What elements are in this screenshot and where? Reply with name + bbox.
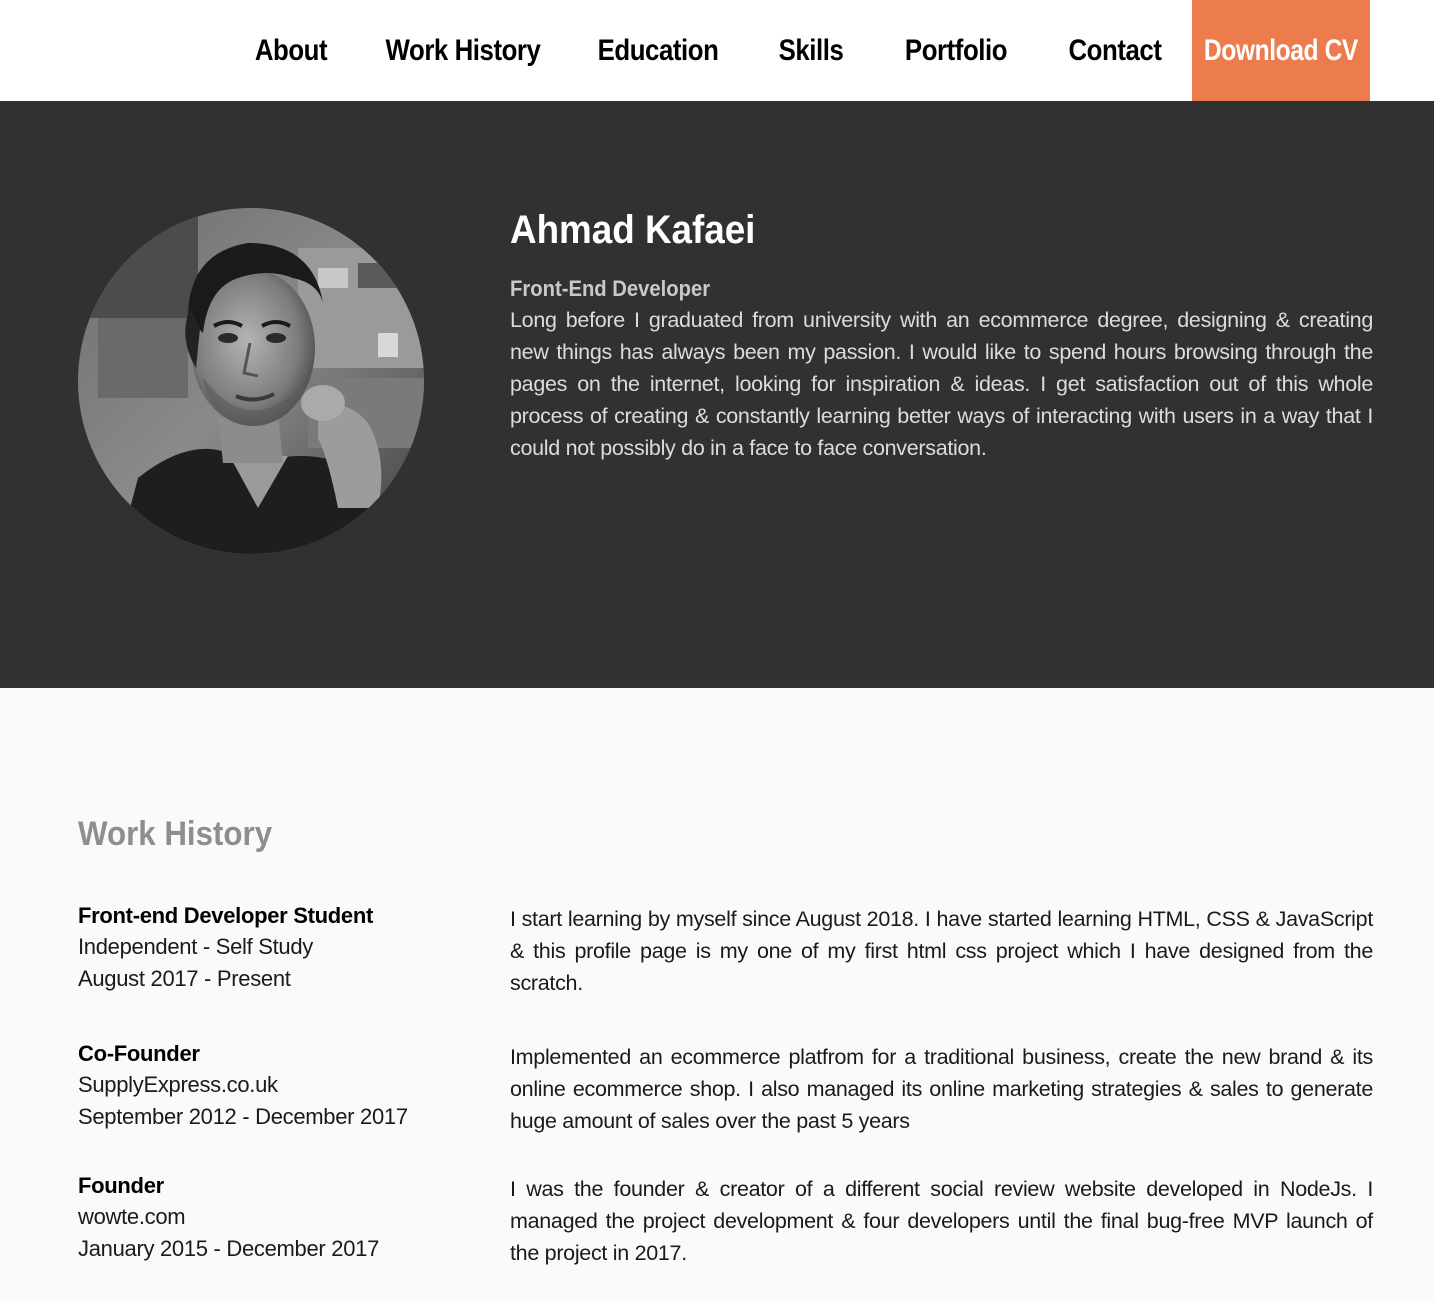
nav-education[interactable]: Education <box>598 0 719 101</box>
job-description: I was the founder & creator of a differe… <box>510 1177 1373 1265</box>
profile-bio: Long before I graduated from university … <box>510 308 1373 460</box>
top-navigation: About Work History Education Skills Port… <box>0 0 1434 101</box>
job-title: Front-end Developer Student <box>78 903 374 928</box>
nav-skills[interactable]: Skills <box>772 0 849 101</box>
job-title: Co-Founder <box>78 1041 200 1066</box>
hero-section: Ahmad Kafaei Front-End Developer Long be… <box>0 101 1434 688</box>
nav-about[interactable]: About <box>251 0 332 101</box>
job-company: wowte.com <box>78 1204 186 1229</box>
job-info: Front-end Developer Student Independent … <box>78 901 478 995</box>
nav-portfolio[interactable]: Portfolio <box>901 0 1011 101</box>
profile-role: Front-End Developer <box>510 276 711 301</box>
avatar <box>78 208 424 554</box>
job-company: Independent - Self Study <box>78 934 313 959</box>
download-cv-button[interactable]: Download CV <box>1192 0 1370 101</box>
profile-name: Ahmad Kafaei <box>510 208 756 252</box>
nav-work-history[interactable]: Work History <box>385 0 542 101</box>
job-title: Founder <box>78 1173 164 1198</box>
work-history-title: Work History <box>78 815 273 853</box>
nav-contact[interactable]: Contact <box>1063 0 1166 101</box>
job-description: Implemented an ecommerce platfrom for a … <box>510 1045 1373 1133</box>
job-company: SupplyExpress.co.uk <box>78 1072 278 1097</box>
job-period: September 2012 - December 2017 <box>78 1104 408 1129</box>
job-period: August 2017 - Present <box>78 966 291 991</box>
job-description: I start learning by myself since August … <box>510 907 1373 995</box>
profile-photo <box>78 208 424 554</box>
job-info: Co-Founder SupplyExpress.co.uk September… <box>78 1039 478 1133</box>
job-period: January 2015 - December 2017 <box>78 1236 380 1261</box>
download-cv-label: Download CV <box>1203 33 1359 67</box>
job-info: Founder wowte.com January 2015 - Decembe… <box>78 1171 478 1265</box>
